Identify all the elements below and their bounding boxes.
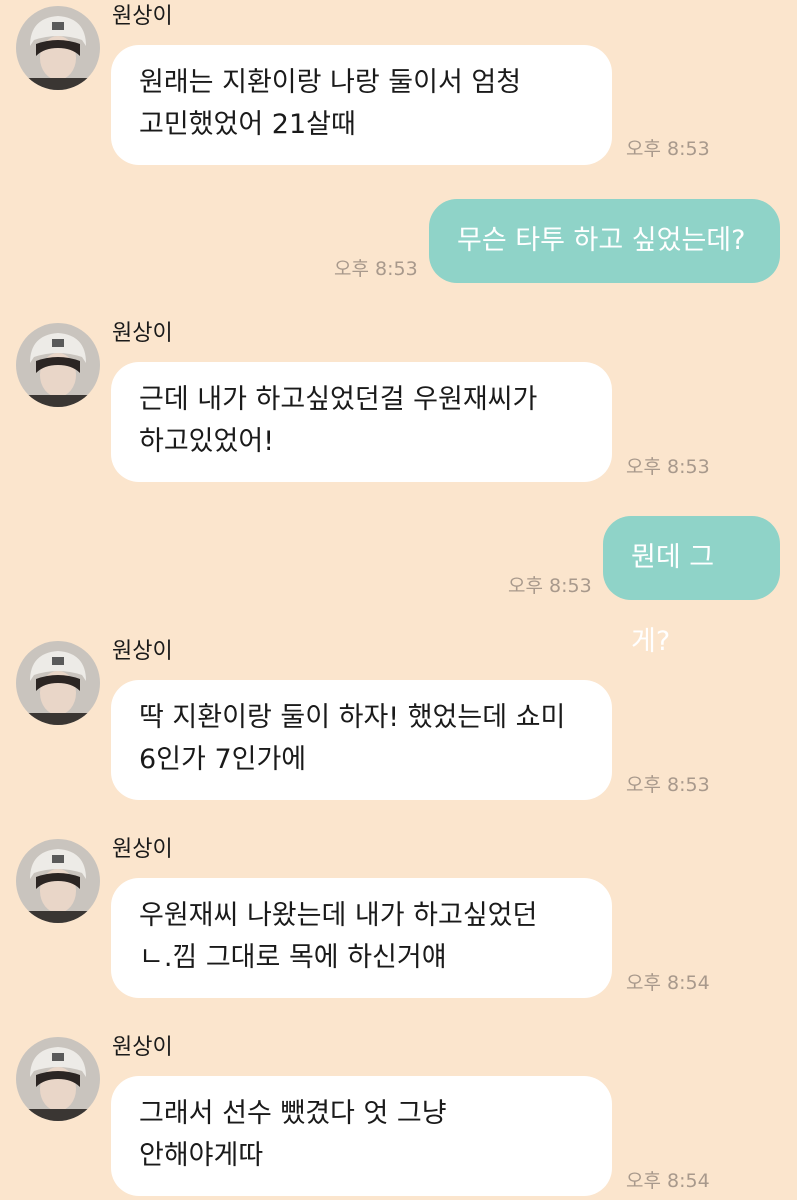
avatar[interactable] (16, 641, 100, 725)
sender-name: 원상이 (112, 639, 173, 664)
avatar[interactable] (16, 323, 100, 407)
message-bubble-incoming[interactable]: 딱 지환이랑 둘이 하자! 했었는데 쇼미 6인가 7인가에 (111, 680, 612, 800)
message-bubble-outgoing[interactable]: 뭔데 그게? (603, 516, 780, 657)
message-bubble-incoming[interactable]: 근데 내가 하고싶었던걸 우원재씨가 하고있었어! (111, 362, 612, 482)
sender-name: 원상이 (112, 837, 173, 862)
avatar[interactable] (16, 839, 100, 923)
message-timestamp: 오후 8:54 (626, 1170, 710, 1192)
sender-name: 원상이 (112, 1035, 173, 1060)
message-bubble-incoming[interactable]: 우원재씨 나왔는데 내가 하고싶었던 ㄴ.낌 그대로 목에 하신거얘 (111, 878, 612, 998)
avatar[interactable] (16, 6, 100, 90)
message-timestamp: 오후 8:53 (626, 456, 710, 478)
message-bubble-incoming[interactable]: 그래서 선수 뺐겼다 엇 그냥 안해야게따 (111, 1076, 612, 1196)
message-timestamp: 오후 8:53 (626, 138, 710, 160)
message-bubble-incoming[interactable]: 원래는 지환이랑 나랑 둘이서 엄청 고민했었어 21살때 (111, 45, 612, 165)
sender-name: 원상이 (112, 4, 173, 29)
message-timestamp: 오후 8:54 (626, 972, 710, 994)
message-timestamp: 오후 8:53 (626, 774, 710, 796)
message-timestamp: 오후 8:53 (334, 258, 418, 280)
avatar[interactable] (16, 1037, 100, 1121)
chat-thread: 원상이 원래는 지환이랑 나랑 둘이서 엄청 고민했었어 21살때 오후 8:5… (0, 0, 797, 1200)
message-bubble-outgoing[interactable]: 무슨 타투 하고 싶었는데? (429, 199, 780, 283)
sender-name: 원상이 (112, 321, 173, 346)
message-timestamp: 오후 8:53 (508, 575, 592, 597)
